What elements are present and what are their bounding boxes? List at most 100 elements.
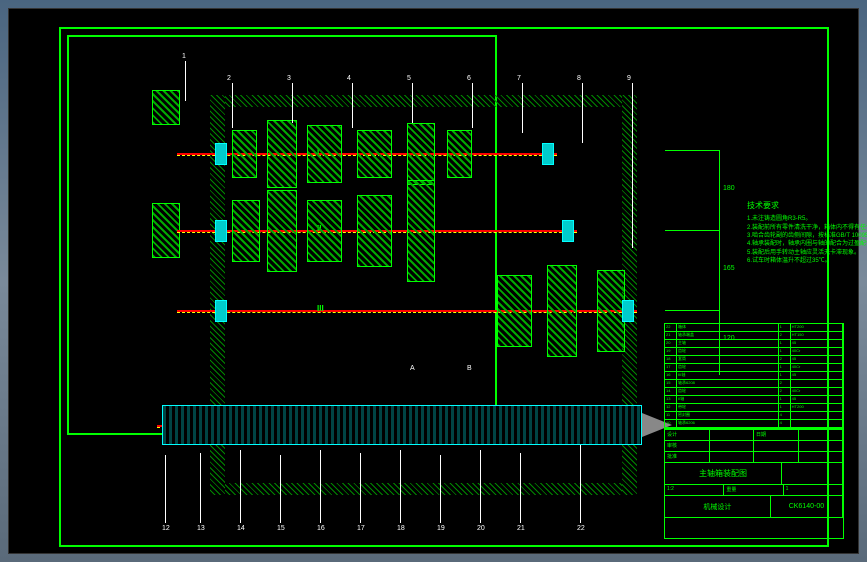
input-pulley-2: [152, 203, 180, 258]
tech-req-item: 5.装配后用手转动主轴应灵活无卡滞现象。: [747, 249, 867, 257]
drawing-viewport[interactable]: I II III IV: [8, 8, 859, 554]
gear: [357, 195, 392, 267]
leader-line: [280, 455, 281, 523]
tech-req-title: 技术要求: [747, 200, 867, 211]
tb-date-label: 日期: [754, 430, 799, 440]
balloon-callout: 15: [277, 525, 285, 532]
tb-sheet: 1: [784, 485, 843, 495]
leader-line: [480, 450, 481, 523]
balloon-callout: 19: [437, 525, 445, 532]
bom-row: 11密封圈4: [665, 412, 843, 420]
gear: [267, 120, 297, 188]
balloon-callout: 12: [162, 525, 170, 532]
gear: [232, 200, 260, 262]
balloon-callout: 17: [357, 525, 365, 532]
balloon-callout: 13: [197, 525, 205, 532]
balloon-callout: 14: [237, 525, 245, 532]
balloon-callout: 3: [287, 75, 291, 82]
bill-of-materials: 22箱体1HT200 21轴承端盖2HT150 20主轴145 19齿轮140C…: [664, 323, 844, 429]
tech-req-item: 4.轴承装配时，轴承内圈与轴的配合为过盈配合。: [747, 240, 867, 248]
gear: [307, 200, 342, 262]
leader-line: [360, 453, 361, 523]
dimension-ext: [665, 230, 720, 231]
dimension-ext: [665, 150, 720, 151]
balloon-callout: 5: [407, 75, 411, 82]
tb-material: [782, 463, 843, 484]
balloon-callout: 16: [317, 525, 325, 532]
leader-line: [440, 455, 441, 523]
title-block: 设计 日期 审核 批准 主轴箱装配图 1:2重量1 机械设计CK6140-00: [664, 429, 844, 539]
technical-requirements-block: 技术要求 1.未注铸造圆角R3-R5。 2.装配前所有零件清洗干净，箱体内不得有…: [747, 200, 867, 266]
bearing: [622, 300, 634, 322]
balloon-callout: 8: [577, 75, 581, 82]
balloon-callout: 1: [182, 53, 186, 60]
tech-req-item: 3.啮合齿轮副的齿侧间隙，按标准GB/T 10095检验。: [747, 232, 867, 240]
balloon-callout: 22: [577, 525, 585, 532]
balloon-callout: 21: [517, 525, 525, 532]
bearing: [562, 220, 574, 242]
section-label: A: [410, 365, 415, 372]
bom-row: 21轴承端盖2HT150: [665, 332, 843, 340]
leader-line: [232, 83, 233, 128]
gear: [497, 275, 532, 347]
drawing-number: CK6140-00: [771, 496, 843, 517]
balloon-callout: 9: [627, 75, 631, 82]
tech-req-item: 1.未注铸造圆角R3-R5。: [747, 215, 867, 223]
balloon-callout: 2: [227, 75, 231, 82]
tb-designer-label: 设计: [665, 430, 710, 440]
balloon-callout: 4: [347, 75, 351, 82]
leader-line: [472, 83, 473, 128]
leader-line: [165, 455, 166, 523]
bearing: [215, 143, 227, 165]
bom-row: 10轴承62064: [665, 420, 843, 428]
leader-line: [632, 83, 633, 248]
bom-row: 19齿轮140Cr: [665, 348, 843, 356]
balloon-callout: 20: [477, 525, 485, 532]
bom-row: 14齿轮240Cr: [665, 388, 843, 396]
leader-line: [185, 61, 186, 101]
bom-row: 13II轴145: [665, 396, 843, 404]
drawing-title: 主轴箱装配图: [665, 463, 782, 484]
gear: [267, 190, 297, 272]
leader-line: [400, 450, 401, 523]
leader-line: [582, 83, 583, 143]
bom-row: 20主轴145: [665, 340, 843, 348]
cad-application: I II III IV: [0, 0, 867, 562]
bom-row: 12带轮1HT200: [665, 404, 843, 412]
section-label: B: [467, 365, 472, 372]
bearing: [542, 143, 554, 165]
leader-line: [522, 83, 523, 133]
leader-line: [320, 450, 321, 523]
balloon-callout: 18: [397, 525, 405, 532]
leader-line: [352, 83, 353, 128]
gear: [357, 130, 392, 178]
bearing: [215, 220, 227, 242]
tb-checker-label: 审核: [665, 441, 710, 451]
tb-company: 机械设计: [665, 496, 771, 517]
leader-line: [412, 83, 413, 123]
housing-hatch-bottom: [225, 483, 622, 495]
bearing: [215, 300, 227, 322]
balloon-callout: 6: [467, 75, 471, 82]
main-spindle: [162, 405, 642, 445]
gear: [597, 270, 625, 352]
housing-hatch-top: [225, 95, 622, 107]
leader-line: [580, 445, 581, 523]
bom-row: 16III轴145: [665, 372, 843, 380]
bom-row: 18套筒245: [665, 356, 843, 364]
bom-row: 22箱体1HT200: [665, 324, 843, 332]
leader-line: [240, 450, 241, 523]
tb-weight-label: 重量: [724, 485, 783, 495]
balloon-callout: 7: [517, 75, 521, 82]
dimension-value: 180: [723, 185, 735, 192]
input-pulley-1: [152, 90, 180, 125]
gear: [407, 180, 435, 282]
gear: [447, 130, 472, 178]
tb-approver-label: 批准: [665, 452, 710, 462]
gear: [407, 123, 435, 185]
tech-req-item: 2.装配前所有零件清洗干净，箱体内不得有任何杂物。: [747, 224, 867, 232]
tech-req-item: 6.试车时箱体温升不超过35℃。: [747, 257, 867, 265]
leader-line: [200, 453, 201, 523]
tb-scale: 1:2: [665, 485, 724, 495]
dimension-ext: [665, 310, 720, 311]
